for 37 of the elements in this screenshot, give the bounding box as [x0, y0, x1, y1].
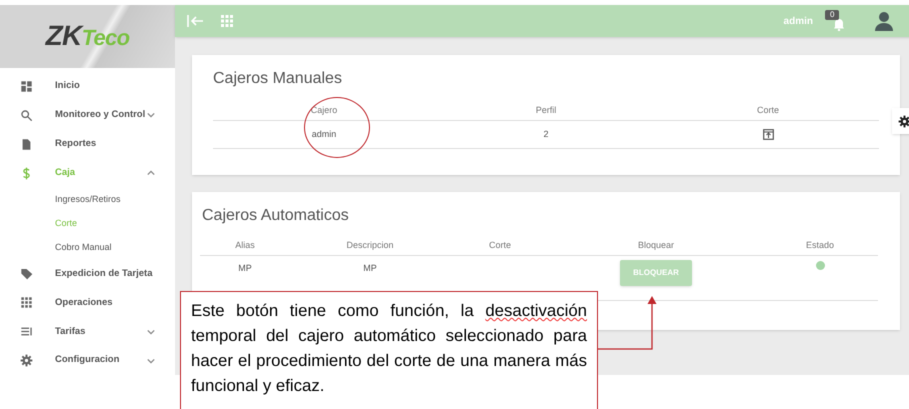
sidebar-subitem[interactable]: Ingresos/Retiros: [0, 188, 175, 212]
sidebar-item[interactable]: Inicio: [0, 72, 175, 101]
card-title: Cajeros Manuales: [213, 69, 343, 89]
sidebar-item[interactable]: Configuracion: [0, 346, 175, 376]
column-header: Estado: [762, 236, 878, 256]
logo: ZKTeco: [46, 19, 130, 54]
bell-icon[interactable]: [833, 18, 845, 31]
notification-badge: 0: [825, 10, 840, 20]
document-icon: [20, 138, 33, 151]
username: admin: [784, 14, 813, 28]
column-header: Perfil: [435, 101, 657, 121]
settings-icon: [898, 114, 909, 128]
card-title: Cajeros Automaticos: [202, 206, 350, 226]
column-header: Bloquear: [550, 236, 762, 256]
sidebar-item[interactable]: Expedicion de Tarjeta: [0, 259, 175, 288]
sidebar-item[interactable]: Tarifas: [0, 317, 175, 346]
upload-box-icon[interactable]: [762, 129, 774, 140]
sidebar-subitem[interactable]: Cobro Manual: [0, 235, 175, 260]
column-header: Corte: [657, 101, 879, 121]
sidebar-item[interactable]: Monitoreo y Control: [0, 100, 175, 130]
search-icon: [20, 108, 33, 122]
grid-icon: [20, 296, 33, 310]
highlight-circle: [304, 97, 370, 158]
sidebar-item[interactable]: Operaciones: [0, 288, 175, 318]
sidebar-item[interactable]: Reportes: [0, 130, 175, 159]
list-icon: [20, 325, 33, 338]
tag-icon: [20, 267, 33, 280]
column-header: Corte: [450, 236, 550, 256]
settings-icon: [20, 354, 33, 368]
annotation-text: Este botón tiene como función, la desactivación temporal del cajero automático seleccionado para hacer el procedimiento del corte de una manera más funcional y eficaz.: [191, 300, 587, 397]
column-header: Cajero: [213, 101, 435, 121]
dashboard-icon: [20, 80, 33, 93]
column-header: Alias: [200, 236, 290, 256]
column-header: Descripcion: [290, 236, 450, 256]
user-avatar-icon[interactable]: [875, 11, 893, 31]
table-cell: admin: [213, 121, 435, 149]
table-cell: 2: [435, 121, 657, 149]
